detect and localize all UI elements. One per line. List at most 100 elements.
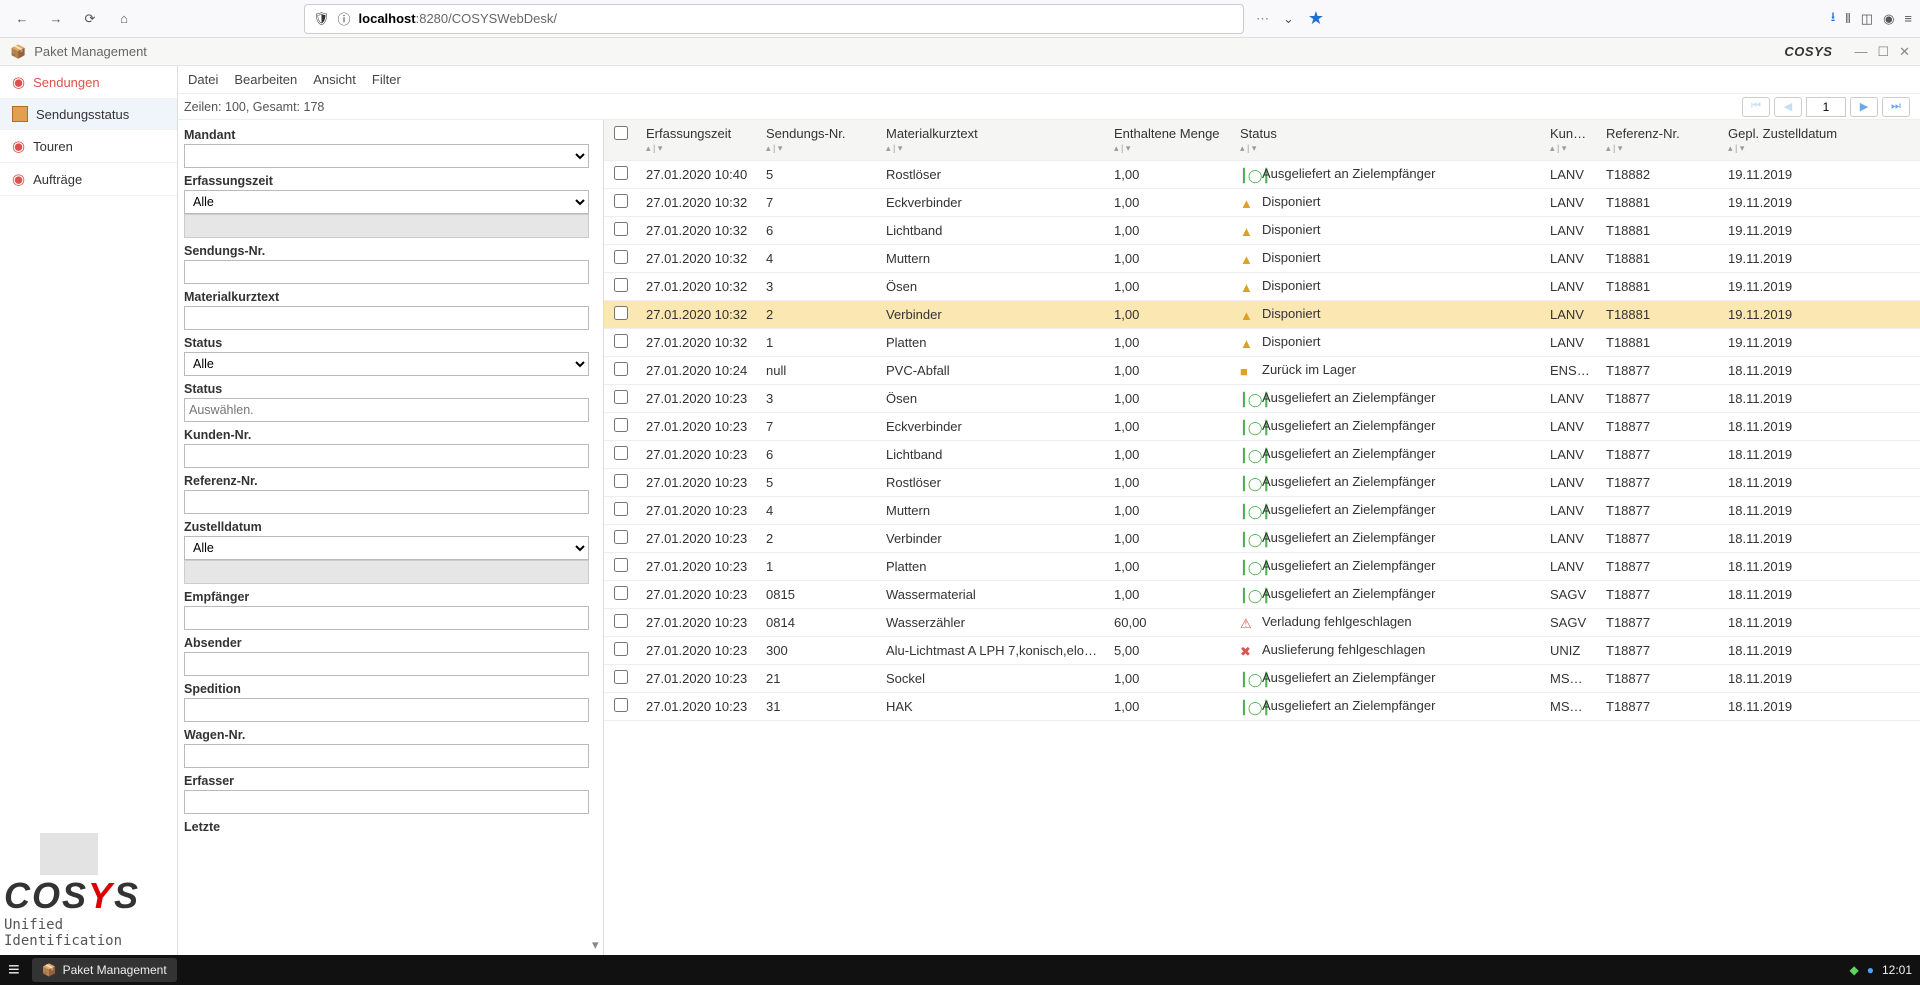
table-row[interactable]: 27.01.2020 10:327Eckverbinder1,00▲Dispon… — [604, 188, 1920, 216]
filter-spedition[interactable] — [184, 698, 589, 722]
start-menu-icon[interactable]: ≡ — [8, 959, 20, 982]
window-close-icon[interactable]: ✕ — [1899, 44, 1910, 60]
row-checkbox[interactable] — [614, 614, 628, 628]
reader-icon[interactable]: ⌄ — [1283, 11, 1294, 27]
nav-auftraege[interactable]: ◉ Aufträge — [0, 163, 177, 196]
row-checkbox[interactable] — [614, 502, 628, 516]
table-row[interactable]: 27.01.2020 10:233Ösen1,00┃◯┃Ausgeliefert… — [604, 384, 1920, 412]
table-row[interactable]: 27.01.2020 10:322Verbinder1,00▲Disponier… — [604, 300, 1920, 328]
row-checkbox[interactable] — [614, 390, 628, 404]
nav-touren[interactable]: ◉ Touren — [0, 130, 177, 163]
sidebar-icon[interactable]: ◫ — [1861, 11, 1873, 27]
select-all-checkbox[interactable] — [614, 126, 628, 140]
pager-page-input[interactable] — [1806, 97, 1846, 117]
filter-erfasser[interactable] — [184, 790, 589, 814]
bookmark-star-icon[interactable]: ★ — [1308, 8, 1324, 29]
cell-kunde: LANV — [1542, 188, 1598, 216]
page-actions-icon[interactable]: ⋯ — [1256, 11, 1269, 27]
back-button[interactable]: ← — [8, 5, 36, 33]
taskbar-task[interactable]: 📦 Paket Management — [32, 958, 177, 982]
row-checkbox[interactable] — [614, 278, 628, 292]
pager-first[interactable]: ⏮ — [1742, 97, 1770, 117]
table-row[interactable]: 27.01.2020 10:23300Alu-Lichtmast A LPH 7… — [604, 636, 1920, 664]
table-row[interactable]: 27.01.2020 10:326Lichtband1,00▲Disponier… — [604, 216, 1920, 244]
row-checkbox[interactable] — [614, 670, 628, 684]
row-checkbox[interactable] — [614, 558, 628, 572]
tray-info-icon[interactable]: ● — [1867, 963, 1874, 977]
cell-referenz: T18877 — [1598, 664, 1720, 692]
forward-button[interactable]: → — [42, 5, 70, 33]
downloads-icon[interactable]: ⭳ — [1831, 8, 1836, 30]
row-checkbox[interactable] — [614, 194, 628, 208]
menu-datei[interactable]: Datei — [188, 72, 218, 87]
filter-sendungsnr[interactable] — [184, 260, 589, 284]
col-status[interactable]: Status▴ | ▾ — [1232, 120, 1542, 160]
reload-button[interactable]: ⟳ — [76, 5, 104, 33]
table-row[interactable]: 27.01.2020 10:405Rostlöser1,00┃◯┃Ausgeli… — [604, 160, 1920, 188]
filter-referenznr[interactable] — [184, 490, 589, 514]
row-checkbox[interactable] — [614, 222, 628, 236]
pager-last[interactable]: ⏭ — [1882, 97, 1910, 117]
home-button[interactable]: ⌂ — [110, 5, 138, 33]
window-maximize-icon[interactable]: ☐ — [1877, 44, 1889, 60]
row-checkbox[interactable] — [614, 418, 628, 432]
table-row[interactable]: 27.01.2020 10:323Ösen1,00▲DisponiertLANV… — [604, 272, 1920, 300]
table-row[interactable]: 27.01.2020 10:324Muttern1,00▲DisponiertL… — [604, 244, 1920, 272]
cell-zustelldatum: 18.11.2019 — [1720, 608, 1920, 636]
table-row[interactable]: 27.01.2020 10:231Platten1,00┃◯┃Ausgelief… — [604, 552, 1920, 580]
tray-shield-icon[interactable]: ◆ — [1849, 963, 1858, 977]
table-row[interactable]: 27.01.2020 10:24nullPVC-Abfall1,00■Zurüc… — [604, 356, 1920, 384]
row-checkbox[interactable] — [614, 586, 628, 600]
row-checkbox[interactable] — [614, 166, 628, 180]
filter-absender[interactable] — [184, 652, 589, 676]
window-minimize-icon[interactable]: — — [1854, 44, 1867, 60]
col-sendungsnr[interactable]: Sendungs-Nr.▴ | ▾ — [758, 120, 878, 160]
menu-filter[interactable]: Filter — [372, 72, 401, 87]
filter-kundennr[interactable] — [184, 444, 589, 468]
chevron-down-icon[interactable]: ▾ — [592, 937, 602, 953]
filter-mandant[interactable] — [184, 144, 589, 168]
col-zustelldatum[interactable]: Gepl. Zustelldatum▴ | ▾ — [1720, 120, 1920, 160]
table-row[interactable]: 27.01.2020 10:235Rostlöser1,00┃◯┃Ausgeli… — [604, 468, 1920, 496]
col-kunde[interactable]: Kunden▴ | ▾ — [1542, 120, 1598, 160]
account-icon[interactable]: ◉ — [1883, 11, 1894, 27]
nav-sendungen[interactable]: ◉ Sendungen — [0, 66, 177, 99]
row-checkbox[interactable] — [614, 334, 628, 348]
nav-sendungsstatus[interactable]: Sendungsstatus — [0, 99, 177, 130]
table-row[interactable]: 27.01.2020 10:321Platten1,00▲DisponiertL… — [604, 328, 1920, 356]
address-bar[interactable]: 🛡 ⓘ localhost:8280/COSYSWebDesk/ — [304, 4, 1244, 34]
filter-status[interactable]: Alle — [184, 352, 589, 376]
row-checkbox[interactable] — [614, 642, 628, 656]
menu-icon[interactable]: ≡ — [1904, 11, 1912, 26]
table-row[interactable]: 27.01.2020 10:230815Wassermaterial1,00┃◯… — [604, 580, 1920, 608]
table-row[interactable]: 27.01.2020 10:237Eckverbinder1,00┃◯┃Ausg… — [604, 412, 1920, 440]
row-checkbox[interactable] — [614, 306, 628, 320]
row-checkbox[interactable] — [614, 250, 628, 264]
pager-next[interactable]: ▶ — [1850, 97, 1878, 117]
row-checkbox[interactable] — [614, 530, 628, 544]
row-checkbox[interactable] — [614, 474, 628, 488]
pager-prev[interactable]: ◀ — [1774, 97, 1802, 117]
col-menge[interactable]: Enthaltene Menge▴ | ▾ — [1106, 120, 1232, 160]
table-row[interactable]: 27.01.2020 10:230814Wasserzähler60,00⚠Ve… — [604, 608, 1920, 636]
filter-empfaenger[interactable] — [184, 606, 589, 630]
filter-wagennr[interactable] — [184, 744, 589, 768]
library-icon[interactable]: ⫴ — [1845, 11, 1850, 27]
row-checkbox[interactable] — [614, 446, 628, 460]
col-referenz[interactable]: Referenz-Nr.▴ | ▾ — [1598, 120, 1720, 160]
col-erfassungszeit[interactable]: Erfassungszeit▴ | ▾ — [638, 120, 758, 160]
menu-ansicht[interactable]: Ansicht — [313, 72, 356, 87]
filter-status2[interactable] — [184, 398, 589, 422]
row-checkbox[interactable] — [614, 698, 628, 712]
table-row[interactable]: 27.01.2020 10:234Muttern1,00┃◯┃Ausgelief… — [604, 496, 1920, 524]
table-row[interactable]: 27.01.2020 10:2331HAK1,00┃◯┃Ausgeliefert… — [604, 692, 1920, 720]
table-row[interactable]: 27.01.2020 10:2321Sockel1,00┃◯┃Ausgelief… — [604, 664, 1920, 692]
row-checkbox[interactable] — [614, 362, 628, 376]
filter-erfzeit[interactable]: Alle — [184, 190, 589, 214]
table-row[interactable]: 27.01.2020 10:232Verbinder1,00┃◯┃Ausgeli… — [604, 524, 1920, 552]
table-row[interactable]: 27.01.2020 10:236Lichtband1,00┃◯┃Ausgeli… — [604, 440, 1920, 468]
menu-bearbeiten[interactable]: Bearbeiten — [234, 72, 297, 87]
col-material[interactable]: Materialkurztext▴ | ▾ — [878, 120, 1106, 160]
filter-zustelldatum[interactable]: Alle — [184, 536, 589, 560]
filter-material[interactable] — [184, 306, 589, 330]
